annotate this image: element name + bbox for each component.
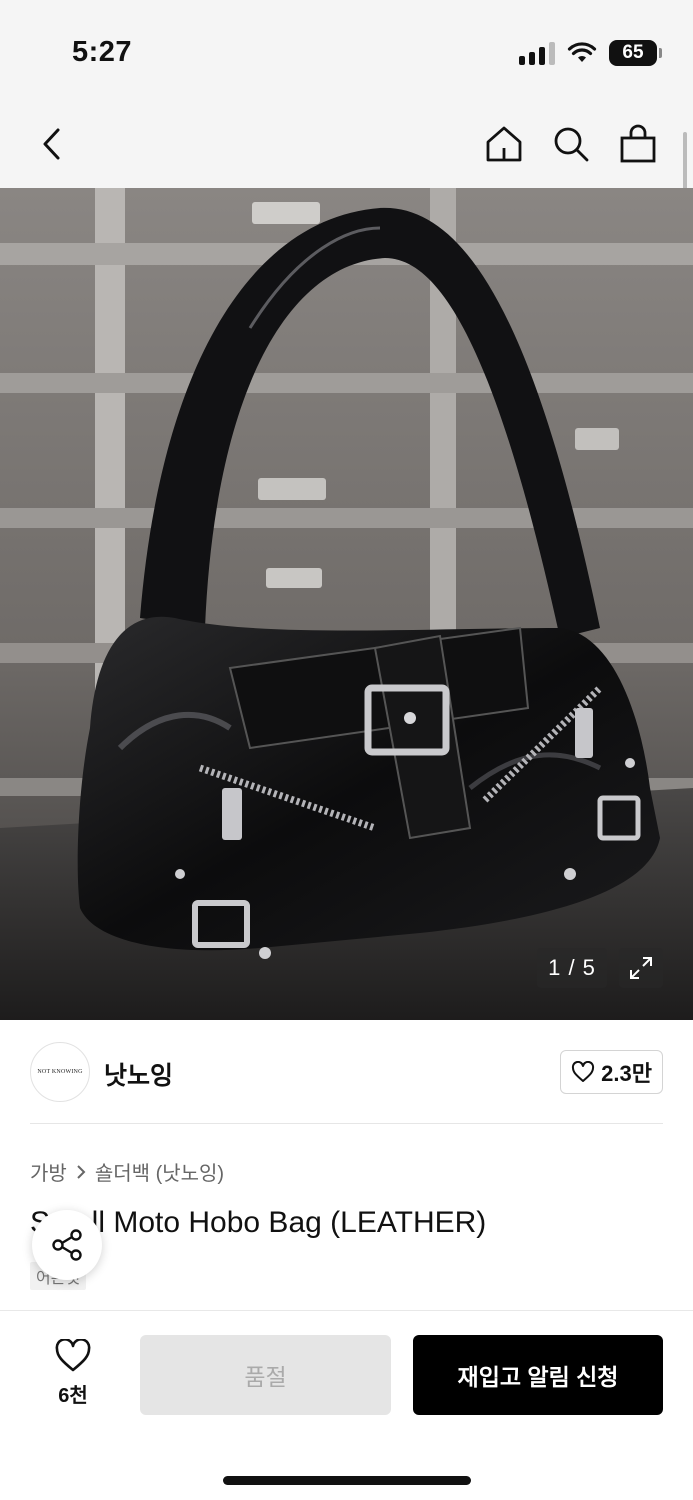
wifi-icon xyxy=(567,42,597,62)
brand-like-count: 2.3만 xyxy=(601,1061,652,1086)
share-icon xyxy=(52,1229,82,1261)
bottom-action-bar: 6천 품절 재입고 알림 신청 xyxy=(0,1310,693,1500)
chevron-right-icon xyxy=(77,1164,86,1179)
product-photo xyxy=(0,188,693,1020)
breadcrumb-item-shoulder-bags[interactable]: 숄더백 (낫노잉) xyxy=(95,1157,224,1186)
heart-icon xyxy=(55,1339,91,1372)
breadcrumb-item-bags[interactable]: 가방 xyxy=(30,1157,67,1186)
cellular-signal-icon xyxy=(519,41,555,65)
search-icon xyxy=(554,127,589,162)
share-button[interactable] xyxy=(32,1210,102,1280)
expand-icon xyxy=(630,957,652,979)
home-icon xyxy=(486,126,522,162)
home-indicator xyxy=(223,1476,471,1485)
status-bar: 5:27 65 xyxy=(0,0,693,100)
chevron-left-icon xyxy=(43,128,60,160)
product-image-gallery[interactable] xyxy=(0,188,693,1020)
wishlist-button[interactable]: 6천 xyxy=(40,1339,106,1408)
soldout-button: 품절 xyxy=(140,1335,391,1415)
battery-indicator: 65 xyxy=(609,40,662,66)
brand-logo[interactable]: NOT KNOWING xyxy=(30,1042,90,1102)
brand-row: NOT KNOWING 낫노잉 2.3만 xyxy=(0,1020,693,1124)
home-button[interactable] xyxy=(476,116,532,172)
brand-name[interactable]: 낫노잉 xyxy=(104,1056,173,1092)
shopping-bag-icon xyxy=(620,124,656,163)
brand-like-button[interactable]: 2.3만 xyxy=(560,1050,663,1094)
status-icons: 65 xyxy=(519,40,662,66)
image-page-counter: 1 / 5 xyxy=(537,948,607,988)
search-button[interactable] xyxy=(543,116,599,172)
back-button[interactable] xyxy=(24,116,80,172)
cart-button[interactable] xyxy=(610,116,666,172)
heart-icon xyxy=(572,1061,595,1082)
status-time: 5:27 xyxy=(72,36,133,68)
wishlist-count: 6천 xyxy=(58,1385,88,1407)
restock-alert-button[interactable]: 재입고 알림 신청 xyxy=(413,1335,663,1415)
divider xyxy=(30,1123,663,1124)
expand-image-button[interactable] xyxy=(619,948,663,988)
top-navigation xyxy=(0,100,693,188)
breadcrumb: 가방 숄더백 (낫노잉) xyxy=(30,1157,224,1186)
